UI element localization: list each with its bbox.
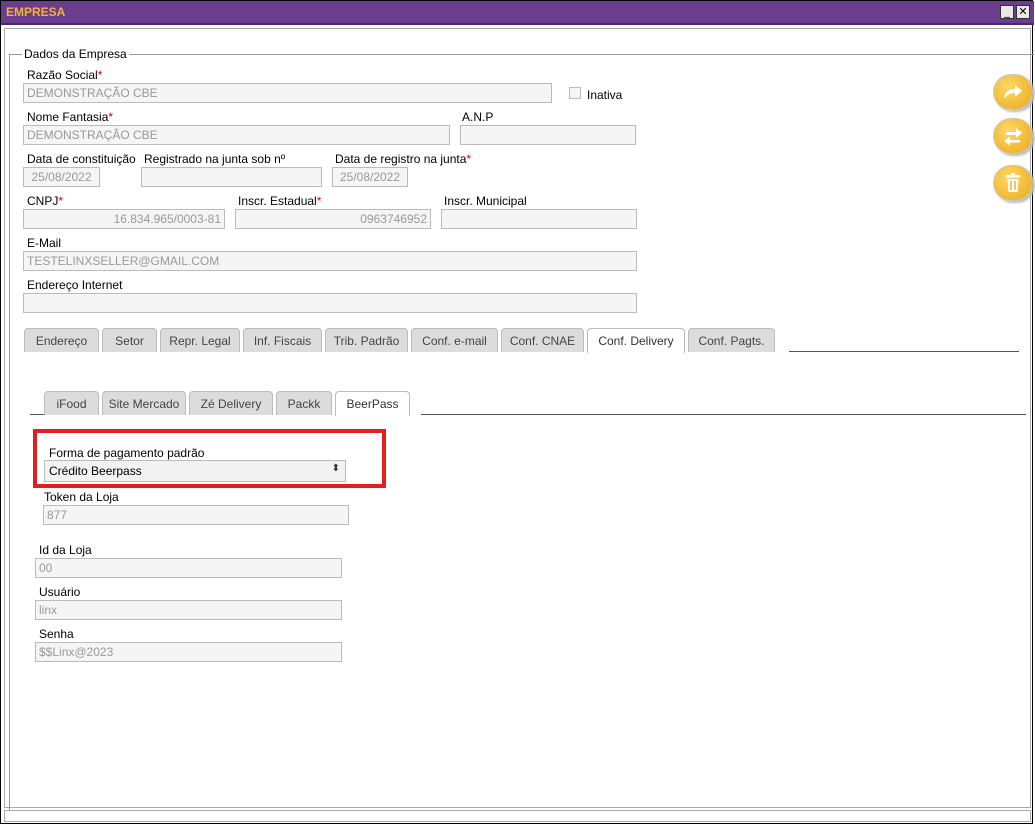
tab-conf-cnae[interactable]: Conf. CNAE <box>501 328 584 352</box>
tab-conf-delivery[interactable]: Conf. Delivery <box>587 328 685 353</box>
inscr-estadual-label: Inscr. Estadual* <box>238 194 322 208</box>
inativa-label: Inativa <box>587 88 623 102</box>
main-tabs-baseline <box>789 351 1019 352</box>
forma-pagamento-select[interactable]: Crédito Beerpass ⬍ <box>44 460 346 482</box>
data-registro-junta-input[interactable]: 25/08/2022 <box>332 167 408 187</box>
anp-input[interactable] <box>460 125 636 145</box>
inativa-checkbox[interactable] <box>569 87 581 99</box>
id-loja-label: Id da Loja <box>39 543 92 557</box>
share-icon <box>1004 85 1022 99</box>
inscr-municipal-label: Inscr. Municipal <box>444 194 527 208</box>
inscr-estadual-input[interactable]: 0963746952 <box>235 209 431 229</box>
tab-site-mercado[interactable]: Site Mercado <box>102 391 186 415</box>
trash-icon <box>1006 173 1020 192</box>
tab-setor[interactable]: Setor <box>102 328 157 352</box>
tab-trib-padrao[interactable]: Trib. Padrão <box>325 328 408 352</box>
forma-pagamento-value: Crédito Beerpass <box>49 464 142 478</box>
section-legend: Dados da Empresa <box>22 47 129 61</box>
delivery-tabs: iFood Site Mercado Zé Delivery Packk Bee… <box>44 391 413 416</box>
usuario-label: Usuário <box>39 585 81 599</box>
senha-label: Senha <box>39 627 74 641</box>
swap-button[interactable] <box>993 118 1033 154</box>
tab-beerpass[interactable]: BeerPass <box>335 391 410 416</box>
anp-label: A.N.P <box>462 110 494 124</box>
senha-input[interactable]: $$Linx@2023 <box>35 642 342 662</box>
razao-social-input[interactable]: DEMONSTRAÇÃO CBE <box>23 83 552 103</box>
tab-inf-fiscais[interactable]: Inf. Fiscais <box>243 328 322 352</box>
nome-fantasia-label: Nome Fantasia* <box>27 110 114 124</box>
endereco-internet-input[interactable] <box>23 293 637 313</box>
window-title: EMPRESA <box>6 5 66 19</box>
token-label: Token da Loja <box>44 490 119 504</box>
main-tabs: Endereço Setor Repr. Legal Inf. Fiscais … <box>24 328 778 353</box>
tab-packk[interactable]: Packk <box>276 391 332 415</box>
inscr-municipal-input[interactable] <box>441 209 637 229</box>
registrado-junta-label: Registrado na junta sob nº <box>144 152 286 166</box>
select-arrows-icon: ⬍ <box>331 463 340 474</box>
tab-conf-email[interactable]: Conf. e-mail <box>411 328 498 352</box>
razao-social-label: Razão Social* <box>27 68 103 82</box>
usuario-input[interactable]: linx <box>35 600 342 620</box>
forma-pagamento-label: Forma de pagamento padrão <box>49 446 205 460</box>
minimize-button[interactable]: _ <box>1000 5 1014 19</box>
tab-ze-delivery[interactable]: Zé Delivery <box>189 391 273 415</box>
status-bar <box>4 810 1031 822</box>
token-input[interactable]: 877 <box>43 505 349 525</box>
title-bar: EMPRESA _ ✕ <box>1 1 1034 25</box>
tab-repr-legal[interactable]: Repr. Legal <box>160 328 240 352</box>
share-button[interactable] <box>993 74 1033 110</box>
data-constituicao-label: Data de constituição <box>27 152 136 166</box>
delete-button[interactable] <box>993 165 1033 201</box>
data-constituicao-input[interactable]: 25/08/2022 <box>23 167 100 187</box>
close-button[interactable]: ✕ <box>1016 5 1030 19</box>
id-loja-input[interactable]: 00 <box>35 558 342 578</box>
nome-fantasia-input[interactable]: DEMONSTRAÇÃO CBE <box>23 125 450 145</box>
swap-icon <box>1004 128 1022 146</box>
delivery-tabs-baseline-right <box>421 414 1026 415</box>
delivery-tabs-baseline-left <box>30 414 44 415</box>
tab-conf-pagts[interactable]: Conf. Pagts. <box>688 328 775 352</box>
endereco-internet-label: Endereço Internet <box>27 278 123 292</box>
tab-endereco[interactable]: Endereço <box>24 328 99 352</box>
registrado-junta-input[interactable] <box>141 167 322 187</box>
data-registro-junta-label: Data de registro na junta* <box>335 152 472 166</box>
email-label: E-Mail <box>27 236 62 250</box>
cnpj-input[interactable]: 16.834.965/0003-81 <box>23 209 225 229</box>
tab-ifood[interactable]: iFood <box>44 391 99 415</box>
email-input[interactable]: TESTELINXSELLER@GMAIL.COM <box>23 251 637 271</box>
cnpj-label: CNPJ* <box>27 194 64 208</box>
